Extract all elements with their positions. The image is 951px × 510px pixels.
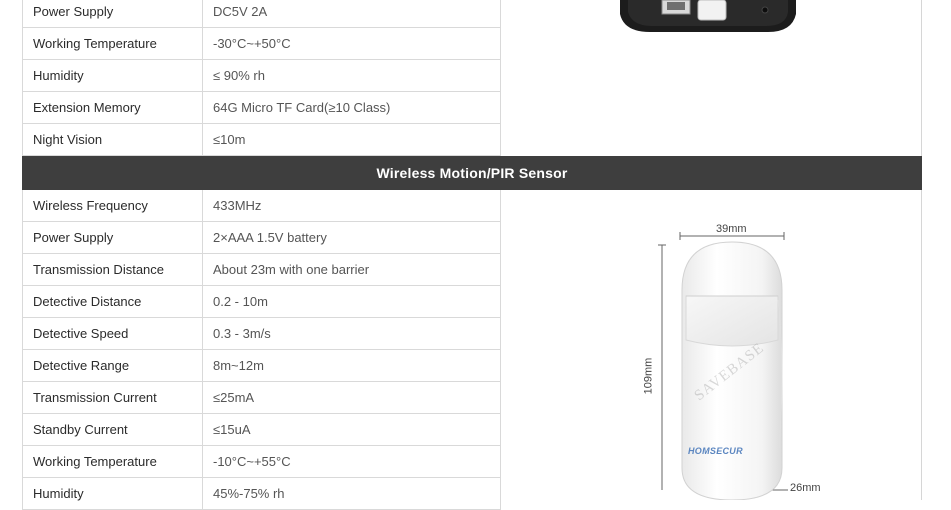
spec-value: -10°C~+55°C	[213, 454, 291, 469]
spec-value: ≤10m	[213, 132, 246, 147]
table-row: Standby Current ≤15uA	[22, 414, 501, 446]
table-row: Working Temperature -30°C~+50°C	[22, 28, 501, 60]
depth-dimension-label: 26mm	[790, 482, 821, 494]
table-row: Extension Memory 64G Micro TF Card(≥10 C…	[22, 92, 501, 124]
section-header: Wireless Motion/PIR Sensor	[22, 156, 922, 190]
spec-label: Standby Current	[23, 414, 203, 445]
table-row: Power Supply DC5V 2A	[22, 0, 501, 28]
spec-label: Wireless Frequency	[23, 190, 203, 221]
table-row: Working Temperature -10°C~+55°C	[22, 446, 501, 478]
camera-spec-block: Power Supply DC5V 2A Working Temperature…	[22, 0, 922, 156]
spec-label: Detective Distance	[23, 286, 203, 317]
spec-value: About 23m with one barrier	[213, 262, 370, 277]
spec-value: ≤ 90% rh	[213, 68, 265, 83]
spec-value: 0.2 - 10m	[213, 294, 268, 309]
height-dimension-label: 109mm	[642, 357, 655, 395]
spec-label: Detective Range	[23, 350, 203, 381]
spec-value: 8m~12m	[213, 358, 264, 373]
table-row: Transmission Distance About 23m with one…	[22, 254, 501, 286]
table-row: Detective Speed 0.3 - 3m/s	[22, 318, 501, 350]
camera-spec-table: Power Supply DC5V 2A Working Temperature…	[22, 0, 501, 156]
spec-label: Transmission Distance	[23, 254, 203, 285]
camera-device-image	[620, 0, 796, 32]
spec-label: Power Supply	[23, 0, 203, 27]
table-row: Night Vision ≤10m	[22, 124, 501, 156]
spec-value: 433MHz	[213, 198, 262, 213]
spec-value: DC5V 2A	[213, 4, 268, 19]
spec-value: 64G Micro TF Card(≥10 Class)	[213, 100, 391, 115]
spec-label: Night Vision	[23, 124, 203, 155]
spec-value: -30°C~+50°C	[213, 36, 291, 51]
table-row: Power Supply 2×AAA 1.5V battery	[22, 222, 501, 254]
table-row: Humidity 45%-75% rh	[22, 478, 501, 510]
spec-label: Transmission Current	[23, 382, 203, 413]
table-row: Humidity ≤ 90% rh	[22, 60, 501, 92]
spec-value: 0.3 - 3m/s	[213, 326, 271, 341]
table-row: Wireless Frequency 433MHz	[22, 190, 501, 222]
spec-sheet: Power Supply DC5V 2A Working Temperature…	[22, 0, 922, 510]
spec-value: ≤25mA	[213, 390, 255, 405]
spec-label: Extension Memory	[23, 92, 203, 123]
spec-value: 2×AAA 1.5V battery	[213, 230, 327, 245]
width-dimension-label: 39mm	[716, 223, 747, 235]
sensor-spec-table: Wireless Frequency 433MHz Power Supply 2…	[22, 190, 501, 510]
table-row: Detective Range 8m~12m	[22, 350, 501, 382]
spec-label: Detective Speed	[23, 318, 203, 349]
spec-label: Working Temperature	[23, 28, 203, 59]
sensor-image-cell: 39mm 109mm 26mm HOMSECUR SAVEBASE	[500, 190, 922, 500]
sensor-spec-block: Wireless Frequency 433MHz Power Supply 2…	[22, 190, 922, 510]
table-row: Detective Distance 0.2 - 10m	[22, 286, 501, 318]
brand-logo-text: HOMSECUR	[688, 446, 743, 456]
spec-label: Humidity	[23, 60, 203, 91]
camera-image-cell	[500, 0, 922, 156]
table-row: Transmission Current ≤25mA	[22, 382, 501, 414]
spec-value: ≤15uA	[213, 422, 251, 437]
spec-label: Power Supply	[23, 222, 203, 253]
spec-label: Working Temperature	[23, 446, 203, 477]
spec-label: Humidity	[23, 478, 203, 509]
spec-value: 45%-75% rh	[213, 486, 285, 501]
